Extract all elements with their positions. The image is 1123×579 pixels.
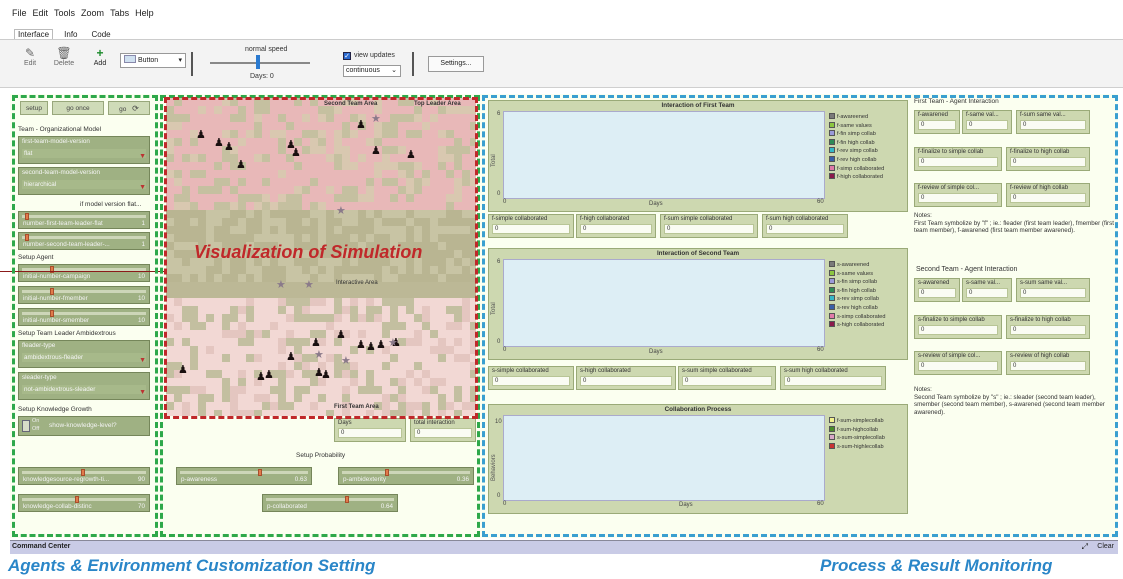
clear-button[interactable]: Clear <box>1097 543 1114 550</box>
pencil-icon: ✎ <box>24 46 36 60</box>
command-center-title: Command Center <box>12 543 71 550</box>
menu-item-zoom[interactable]: Zoom <box>81 8 104 18</box>
expand-icon[interactable]: ⤢ <box>1082 542 1088 552</box>
update-mode-value: continuous <box>346 67 380 74</box>
menu-item-tools[interactable]: Tools <box>54 8 75 18</box>
chevron-down-icon: ▾ <box>178 57 182 64</box>
divider <box>412 52 414 76</box>
widget-type-value: Button <box>137 57 159 64</box>
menu-item-file[interactable]: File <box>12 8 27 18</box>
speed-slider-knob[interactable] <box>256 55 260 69</box>
toolbar: ✎ Edit 🗑 Delete + Add Button ▾ normal sp… <box>0 40 1123 88</box>
plus-icon: + <box>96 46 104 60</box>
divider <box>191 52 193 76</box>
days-counter: Days: 0 <box>250 73 274 80</box>
right-caption: Process & Result Monitoring <box>820 556 1053 575</box>
update-mode-select[interactable]: continuous ⌄ <box>343 65 401 77</box>
menu-item-help[interactable]: Help <box>135 8 154 18</box>
view-updates-label: view updates <box>354 52 395 59</box>
tab-code[interactable]: Code <box>88 30 113 39</box>
trash-icon: 🗑 <box>56 46 72 60</box>
speed-slider[interactable] <box>210 62 310 64</box>
left-caption: Agents & Environment Customization Setti… <box>8 556 376 575</box>
add-label: Add <box>93 60 107 67</box>
delete-label: Delete <box>53 60 75 67</box>
settings-region-box <box>12 95 158 537</box>
speed-label: normal speed <box>245 46 288 53</box>
edit-button[interactable]: ✎ Edit <box>18 46 42 67</box>
button-widget-icon <box>124 55 136 63</box>
menu-bar: File Edit Tools Zoom Tabs Help <box>0 0 1123 26</box>
menu-item-edit[interactable]: Edit <box>33 8 49 18</box>
tab-interface[interactable]: Interface <box>14 29 54 39</box>
chevron-down-icon: ⌄ <box>391 67 397 74</box>
tab-info[interactable]: Info <box>61 30 80 39</box>
add-button[interactable]: + Add <box>88 46 112 67</box>
monitoring-region-box <box>482 95 1118 537</box>
command-center-bar[interactable]: Command Center ⤢ Clear <box>10 540 1118 554</box>
widget-type-select[interactable]: Button ▾ <box>120 53 186 68</box>
delete-button[interactable]: 🗑 Delete <box>52 46 76 67</box>
settings-button[interactable]: Settings... <box>428 56 484 72</box>
edit-label: Edit <box>23 60 37 67</box>
view-updates-checkbox[interactable]: ✓ <box>343 52 351 60</box>
menu-item-tabs[interactable]: Tabs <box>110 8 129 18</box>
tab-bar: Interface Info Code <box>0 26 1123 40</box>
visualization-box <box>164 97 478 419</box>
